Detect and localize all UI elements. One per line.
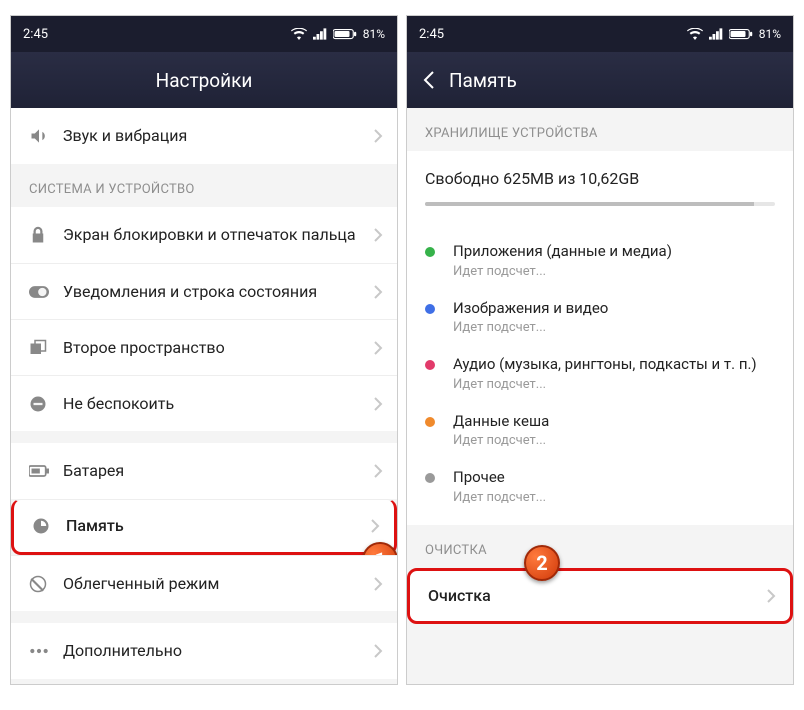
row-memory[interactable]: Память 1 <box>11 499 397 555</box>
chevron-right-icon <box>373 396 383 412</box>
row-second-space[interactable]: Второе пространство <box>11 319 397 375</box>
storage-free-text: Свободно 625MB из 10,62GB <box>425 169 775 188</box>
row-sound[interactable]: Звук и вибрация <box>11 108 397 164</box>
more-icon <box>29 648 63 654</box>
lite-icon <box>29 575 63 593</box>
row-dnd[interactable]: Не беспокоить <box>11 375 397 431</box>
row-label: Батарея <box>63 461 373 481</box>
legend-sub: Идет подсчет... <box>453 377 757 392</box>
legend-dot <box>425 360 435 370</box>
legend-apps[interactable]: Приложения (данные и медиа) Идет подсчет… <box>407 232 793 289</box>
battery-icon <box>729 28 753 40</box>
row-label: Очистка <box>428 586 766 606</box>
legend-sub: Идет подсчет... <box>453 264 672 279</box>
toggle-icon <box>29 285 63 299</box>
page-title: Память <box>449 69 517 92</box>
chevron-right-icon <box>373 227 383 243</box>
appbar-settings: Настройки <box>11 52 397 108</box>
status-time: 2:45 <box>419 27 444 42</box>
battery-icon <box>333 28 357 40</box>
legend-title: Аудио (музыка, рингтоны, подкасты и т. п… <box>453 355 757 375</box>
chevron-left-icon <box>423 70 435 90</box>
legend-dot <box>425 473 435 483</box>
legend-title: Приложения (данные и медиа) <box>453 242 672 262</box>
legend-title: Изображения и видео <box>453 299 608 319</box>
memory-content[interactable]: ХРАНИЛИЩЕ УСТРОЙСТВА Свободно 625MB из 1… <box>407 108 793 684</box>
storage-bar <box>425 202 775 206</box>
chevron-right-icon <box>766 588 776 604</box>
back-button[interactable] <box>423 70 435 90</box>
row-label: Звук и вибрация <box>63 126 373 146</box>
legend-other[interactable]: Прочее Идет подсчет... <box>407 458 793 515</box>
row-more[interactable]: Дополнительно <box>11 623 397 679</box>
wifi-icon <box>291 28 307 40</box>
section-clean: ОЧИСТКА <box>407 525 793 568</box>
section-accounts: АККАУНТЫ <box>11 679 397 684</box>
windows-icon <box>29 339 63 357</box>
storage-bar-fill <box>425 202 754 206</box>
status-time: 2:45 <box>23 27 48 42</box>
row-clean[interactable]: Очистка 2 <box>407 568 793 624</box>
section-system: СИСТЕМА И УСТРОЙСТВО <box>11 164 397 207</box>
settings-list[interactable]: Звук и вибрация СИСТЕМА И УСТРОЙСТВО Экр… <box>11 108 397 684</box>
row-battery[interactable]: Батарея <box>11 443 397 499</box>
wifi-icon <box>687 28 703 40</box>
legend-cache[interactable]: Данные кеша Идет подсчет... <box>407 402 793 459</box>
dnd-icon <box>29 395 63 413</box>
legend-sub: Идет подсчет... <box>453 490 546 505</box>
status-battery: 81% <box>759 27 781 41</box>
appbar-memory: Память <box>407 52 793 108</box>
phone-left: 2:45 81% Настройки Звук и вибрация СИСТЕ… <box>10 15 398 685</box>
legend-title: Данные кеша <box>453 412 549 432</box>
status-icons: 81% <box>687 27 781 41</box>
row-label: Уведомления и строка состояния <box>63 282 373 302</box>
storage-summary: Свободно 625MB из 10,62GB <box>407 151 793 224</box>
annotation-badge-2: 2 <box>524 545 560 581</box>
row-label: Не беспокоить <box>63 394 373 414</box>
signal-icon <box>313 28 327 40</box>
row-label: Облегченный режим <box>63 574 373 594</box>
storage-legend: Приложения (данные и медиа) Идет подсчет… <box>407 224 793 525</box>
row-label: Память <box>66 516 370 536</box>
chevron-right-icon <box>373 340 383 356</box>
legend-audio[interactable]: Аудио (музыка, рингтоны, подкасты и т. п… <box>407 345 793 402</box>
signal-icon <box>709 28 723 40</box>
chevron-right-icon <box>370 518 380 534</box>
chevron-right-icon <box>373 576 383 592</box>
section-storage: ХРАНИЛИЩЕ УСТРОЙСТВА <box>407 108 793 151</box>
row-label: Экран блокировки и отпечаток пальца <box>63 225 373 245</box>
legend-images[interactable]: Изображения и видео Идет подсчет... <box>407 289 793 346</box>
chevron-right-icon <box>373 284 383 300</box>
legend-dot <box>425 417 435 427</box>
chevron-right-icon <box>373 128 383 144</box>
row-label: Второе пространство <box>63 338 373 358</box>
lock-icon <box>29 225 63 245</box>
status-bar: 2:45 81% <box>407 16 793 52</box>
legend-sub: Идет подсчет... <box>453 320 608 335</box>
speaker-icon <box>29 126 63 146</box>
row-lite-mode[interactable]: Облегченный режим <box>11 555 397 611</box>
chevron-right-icon <box>373 643 383 659</box>
status-bar: 2:45 81% <box>11 16 397 52</box>
row-label: Дополнительно <box>63 641 373 661</box>
status-battery: 81% <box>363 27 385 41</box>
legend-dot <box>425 247 435 257</box>
legend-title: Прочее <box>453 468 546 488</box>
row-lock[interactable]: Экран блокировки и отпечаток пальца <box>11 207 397 263</box>
chevron-right-icon <box>373 463 383 479</box>
memory-icon <box>32 517 66 535</box>
page-title: Настройки <box>156 69 253 92</box>
row-notifications[interactable]: Уведомления и строка состояния <box>11 263 397 319</box>
battery-row-icon <box>29 464 63 478</box>
legend-dot <box>425 304 435 314</box>
legend-sub: Идет подсчет... <box>453 433 549 448</box>
status-icons: 81% <box>291 27 385 41</box>
phone-right: 2:45 81% Память ХРАНИЛИЩЕ УСТРОЙСТВА Сво… <box>406 15 794 685</box>
